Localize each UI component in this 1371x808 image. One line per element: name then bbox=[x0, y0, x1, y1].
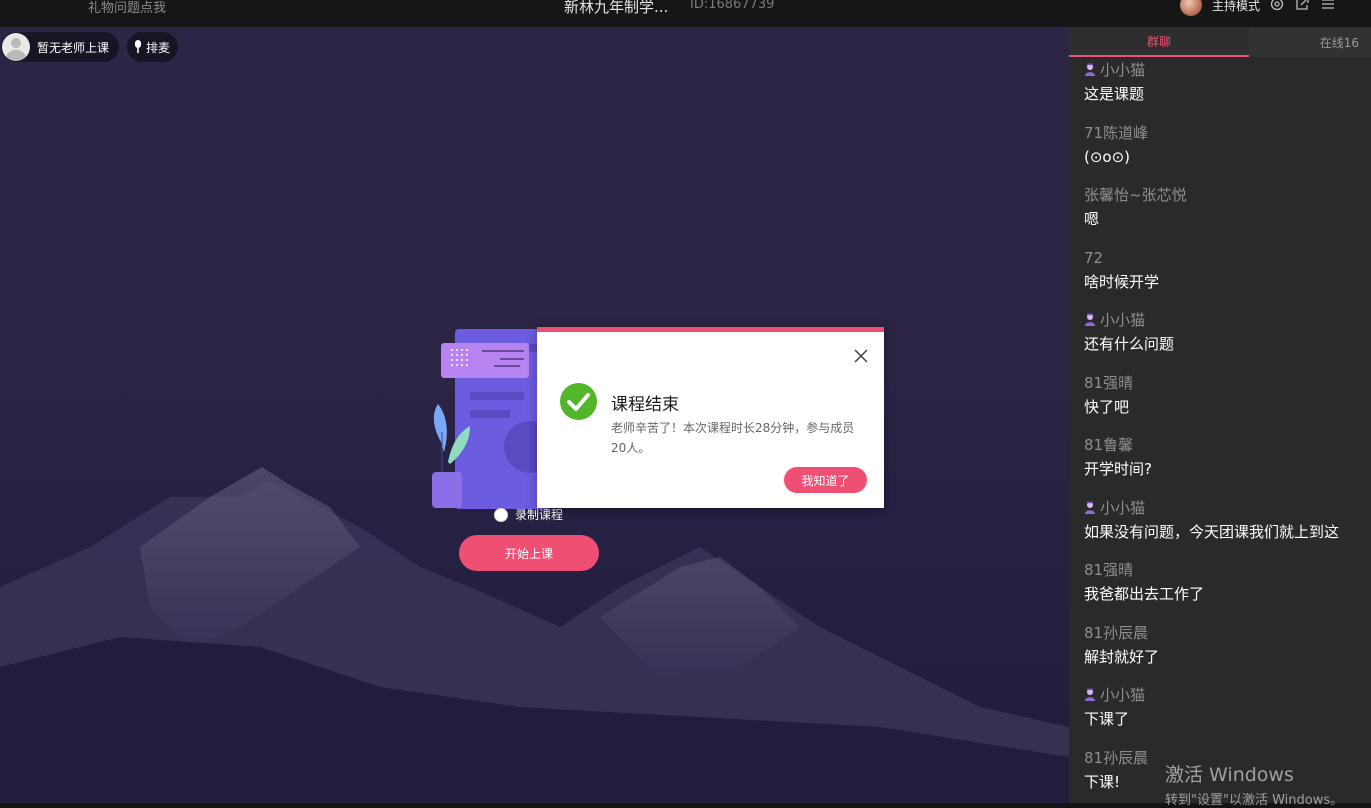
chat-sender: 81强晴 bbox=[1084, 559, 1371, 581]
chat-message: 小小猫这是课题 bbox=[1084, 59, 1371, 122]
chat-sender-name: 81强晴 bbox=[1084, 561, 1134, 579]
chat-sender-name: 81孙辰晨 bbox=[1084, 748, 1149, 767]
chat-sender: 小小猫 bbox=[1084, 684, 1371, 706]
gift-help-link[interactable]: 礼物问题点我 bbox=[88, 0, 166, 16]
chat-sender: 小小猫 bbox=[1084, 59, 1371, 81]
chat-sender: 81强晴 bbox=[1084, 372, 1371, 394]
success-check-icon bbox=[560, 383, 597, 420]
chat-sender-name: 81鲁馨 bbox=[1084, 436, 1134, 454]
chat-sender-name: 72 bbox=[1084, 248, 1104, 267]
chat-message: 72 啥时候开学 bbox=[1084, 247, 1371, 310]
chat-message: 小小猫下课了 bbox=[1084, 684, 1371, 747]
windows-activation-watermark: 激活 Windows 转到"设置"以激活 Windows。 bbox=[1165, 760, 1343, 808]
course-title: 新林九年制学... bbox=[564, 0, 669, 16]
chat-message: 71陈道峰 (⊙o⊙) bbox=[1084, 122, 1371, 185]
chat-text: 嗯 bbox=[1084, 210, 1100, 228]
tab-group-chat[interactable]: 群聊 bbox=[1069, 27, 1249, 57]
chat-sender: 72 bbox=[1084, 247, 1371, 269]
close-icon[interactable] bbox=[854, 349, 868, 363]
chat-text: 开学时间? bbox=[1084, 460, 1152, 478]
chat-sender: 小小猫 bbox=[1084, 497, 1371, 519]
chat-sidebar: 群聊 在线16 小小猫 这是课题 71陈道峰 (⊙o⊙) 张馨怡~张芯悦嗯 72 啥时候开学… bbox=[1069, 27, 1371, 803]
mic-queue-button[interactable]: 排麦 bbox=[127, 32, 178, 62]
chat-sender-name: 张馨怡~张芯悦 bbox=[1084, 186, 1187, 204]
chat-message: 小小猫还有什么问题 bbox=[1084, 309, 1371, 372]
chat-text: 快了吧 bbox=[1084, 397, 1130, 416]
chat-message-list[interactable]: 小小猫 这是课题 71陈道峰 (⊙o⊙) 张馨怡~张芯悦嗯 72 啥时候开学 小小猫 还有什么问… bbox=[1084, 59, 1371, 803]
avatar[interactable] bbox=[1180, 0, 1202, 16]
room-id: ID:16867739 bbox=[690, 0, 775, 12]
chat-sender-name: 小小猫 bbox=[1100, 498, 1146, 517]
menu-icon[interactable] bbox=[1320, 0, 1336, 12]
watermark-line1: 激活 Windows bbox=[1165, 764, 1294, 786]
sidebar-tabs: 群聊 在线16 bbox=[1069, 27, 1371, 57]
external-link-icon[interactable] bbox=[1294, 0, 1310, 12]
microphone-icon bbox=[135, 40, 141, 53]
chat-sender-name: 小小猫 bbox=[1100, 61, 1146, 79]
host-mode-label[interactable]: 主持模式 bbox=[1212, 0, 1260, 14]
dialog-message: 老师辛苦了！本次课程时长28分钟，参与成员20人。 bbox=[611, 421, 855, 455]
host-badge-icon bbox=[1085, 63, 1095, 76]
chat-message: 张馨怡~张芯悦嗯 bbox=[1084, 184, 1371, 247]
mic-queue-label: 排麦 bbox=[146, 40, 171, 55]
chat-message: 81强晴我爸都出去工作了 bbox=[1084, 559, 1371, 622]
chat-message: 81鲁馨开学时间? bbox=[1084, 434, 1371, 497]
acknowledge-button[interactable]: 我知道了 bbox=[784, 467, 867, 493]
chat-text: (⊙o⊙) bbox=[1084, 147, 1131, 166]
chat-text: 如果没有问题，今天团课我们就上到这 bbox=[1084, 522, 1340, 541]
chat-text: 还有什么问题 bbox=[1084, 335, 1175, 353]
chat-sender: 71陈道峰 bbox=[1084, 122, 1371, 144]
classroom-stage: 暂无老师上课 排麦 录制课程 开始上课 bbox=[0, 27, 1069, 803]
record-label: 录制课程 bbox=[515, 508, 564, 522]
start-class-button[interactable]: 开始上课 bbox=[459, 535, 599, 571]
chat-sender-name: 81强晴 bbox=[1084, 373, 1134, 392]
chat-message: 81强晴快了吧 bbox=[1084, 372, 1371, 435]
chat-message: 81孙辰晨解封就好了 bbox=[1084, 622, 1371, 685]
chat-sender: 张馨怡~张芯悦 bbox=[1084, 184, 1371, 206]
host-badge-icon bbox=[1085, 313, 1095, 326]
chat-message: 小小猫如果没有问题，今天团课我们就上到这 bbox=[1084, 497, 1371, 560]
chat-sender: 81孙辰晨 bbox=[1084, 622, 1371, 644]
class-illustration bbox=[432, 329, 550, 509]
chat-sender-name: 小小猫 bbox=[1100, 686, 1146, 704]
chat-sender-name: 71陈道峰 bbox=[1084, 123, 1149, 142]
record-course-option[interactable]: 录制课程 bbox=[494, 506, 563, 523]
chat-text: 解封就好了 bbox=[1084, 647, 1160, 666]
watermark-line2: 转到"设置"以激活 Windows。 bbox=[1165, 793, 1344, 808]
chat-text: 啥时候开学 bbox=[1084, 272, 1160, 291]
chat-sender: 小小猫 bbox=[1084, 309, 1371, 331]
chat-sender-name: 81孙辰晨 bbox=[1084, 623, 1149, 642]
record-radio[interactable] bbox=[494, 507, 508, 522]
tab-online[interactable]: 在线16 bbox=[1249, 27, 1371, 57]
teacher-avatar bbox=[2, 33, 30, 61]
chat-sender-name: 小小猫 bbox=[1100, 311, 1146, 329]
teacher-status-label: 暂无老师上课 bbox=[37, 40, 110, 55]
chat-sender: 81鲁馨 bbox=[1084, 434, 1371, 456]
dialog-title: 课程结束 bbox=[611, 395, 679, 415]
settings-icon[interactable] bbox=[1269, 0, 1285, 12]
course-ended-dialog: 课程结束 老师辛苦了！本次课程时长28分钟，参与成员20人。 我知道了 bbox=[537, 327, 884, 508]
chat-text: 下课了 bbox=[1084, 710, 1130, 728]
chat-text: 我爸都出去工作了 bbox=[1084, 585, 1205, 603]
chat-text: 这是课题 bbox=[1084, 85, 1145, 103]
top-bar: 礼物问题点我 新林九年制学... ID:16867739 主持模式 bbox=[0, 0, 1371, 27]
host-badge-icon bbox=[1085, 688, 1095, 701]
teacher-status-pill[interactable]: 暂无老师上课 bbox=[1, 32, 119, 62]
host-badge-icon bbox=[1085, 501, 1095, 514]
